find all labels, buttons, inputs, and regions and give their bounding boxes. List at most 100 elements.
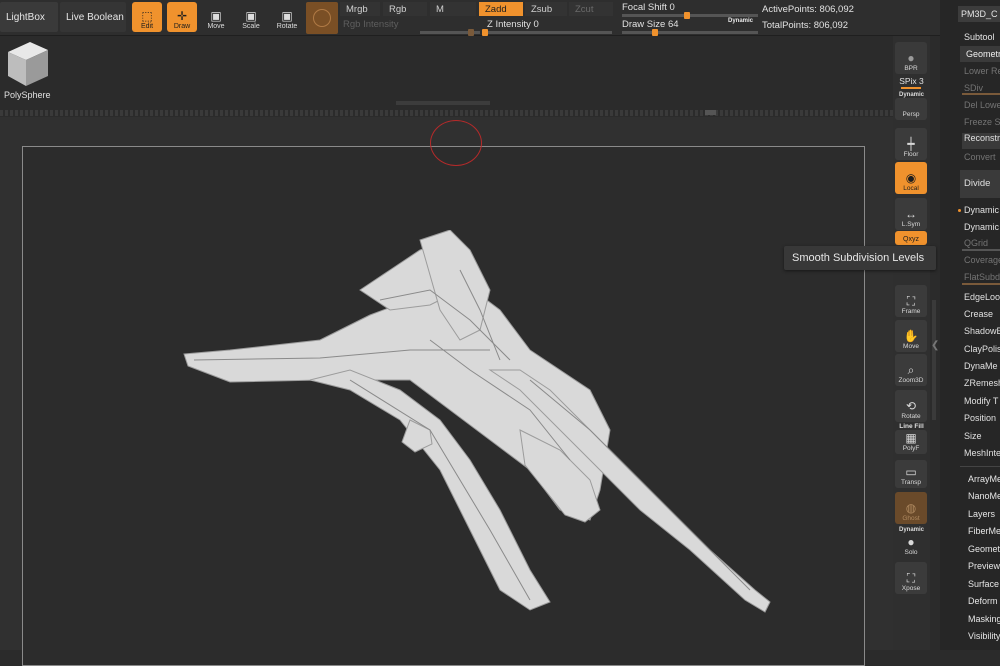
zsub-toggle[interactable]: Zsub: [525, 2, 567, 16]
xyz-label: Qxyz: [903, 236, 919, 243]
scale-tool-button[interactable]: ▣ Scale: [236, 2, 266, 32]
right-shelf: ● BPR SPix 3 Dynamic Persp ┿ Floor ◉ Loc…: [893, 36, 930, 650]
rotate-label: Rotate: [276, 23, 298, 30]
zoom3d-button[interactable]: ⌕ Zoom3D: [895, 354, 927, 386]
draw-size-knob[interactable]: [652, 29, 658, 36]
modify-topology-menu[interactable]: Modify T: [964, 396, 1000, 412]
draw-icon: ✛: [176, 9, 188, 23]
polyf-button[interactable]: ▦ PolyF: [895, 430, 927, 454]
draw-tool-button[interactable]: ✛ Draw: [167, 2, 197, 32]
zcut-toggle[interactable]: Zcut: [569, 2, 613, 16]
size-menu[interactable]: Size: [964, 431, 1000, 447]
tray-divider[interactable]: [0, 110, 893, 116]
zoom3d-label: Zoom3D: [898, 377, 924, 384]
xyz-button[interactable]: Qxyz: [895, 231, 927, 245]
edit-tool-button[interactable]: ⬚ Edit: [132, 2, 162, 32]
edgeloop-menu[interactable]: EdgeLoo: [964, 292, 1000, 308]
spix-setting[interactable]: SPix 3: [893, 76, 930, 86]
move-tool-button[interactable]: ▣ Move: [201, 2, 231, 32]
mrgb-toggle[interactable]: Mrgb: [340, 2, 380, 16]
active-points: ActivePoints: 806,092: [762, 4, 854, 15]
z-intensity-slider[interactable]: [482, 29, 612, 36]
freeze-subdiv-button[interactable]: Freeze S: [964, 117, 1000, 133]
rotate-tool-button[interactable]: ▣ Rotate: [272, 2, 302, 32]
meshintegrity-menu[interactable]: MeshInte: [964, 448, 1000, 464]
rgb-intensity-knob[interactable]: [468, 29, 474, 36]
z-intensity-knob[interactable]: [482, 29, 488, 36]
spix-slider[interactable]: [901, 87, 921, 89]
live-boolean-button[interactable]: Live Boolean: [60, 2, 126, 32]
frame-button[interactable]: ⛶ Frame: [895, 285, 927, 317]
tooltip: Smooth Subdivision Levels: [784, 246, 936, 270]
flat-subdiv-slider-track[interactable]: [962, 283, 1000, 285]
lower-res-button[interactable]: Lower Re: [964, 66, 1000, 82]
nanomesh-menu[interactable]: NanoMe: [968, 491, 1000, 501]
zoom-icon: ⌕: [907, 363, 915, 377]
zremesher-menu[interactable]: ZRemesh: [964, 378, 1000, 394]
crease-menu[interactable]: Crease: [964, 309, 1000, 325]
edit-label: Edit: [140, 23, 154, 30]
move-view-button[interactable]: ✋ Move: [895, 320, 927, 352]
fibermesh-menu[interactable]: FiberMe: [968, 526, 1000, 536]
xpose-button[interactable]: ⛶ Xpose: [895, 562, 927, 594]
dynamesh-menu[interactable]: DynaMe: [964, 361, 1000, 377]
lsym-label: L.Sym: [901, 221, 921, 228]
del-lower-button[interactable]: Del Lowe: [964, 100, 1000, 116]
deformation-menu[interactable]: Deform: [968, 596, 998, 606]
claypolish-menu[interactable]: ClayPolis: [964, 344, 1000, 360]
visibility-menu[interactable]: Visibility: [968, 631, 1000, 641]
rgb-intensity-slider[interactable]: [420, 29, 480, 36]
sdiv-slider-track[interactable]: [962, 93, 1000, 95]
focal-shift-slider[interactable]: [622, 12, 758, 19]
spaceship-model[interactable]: [170, 230, 780, 630]
dynamic-subdiv-header[interactable]: Dynamic: [964, 205, 1000, 221]
polysphere-thumbnail[interactable]: [2, 38, 52, 88]
flat-subdiv-slider[interactable]: FlatSubd: [964, 272, 1000, 288]
ghost-icon: ◍: [905, 501, 917, 515]
local-button[interactable]: ◉ Local: [895, 162, 927, 194]
zadd-toggle[interactable]: Zadd: [479, 2, 523, 16]
bpr-button[interactable]: ● BPR: [895, 42, 927, 74]
shadowbox-menu[interactable]: ShadowB: [964, 326, 1000, 342]
masking-menu[interactable]: Masking: [968, 614, 1000, 624]
subtool-menu[interactable]: Subtool: [964, 32, 995, 42]
floor-button[interactable]: ┿ Floor: [895, 128, 927, 160]
qgrid-slider[interactable]: QGrid: [964, 238, 1000, 254]
position-menu[interactable]: Position: [964, 413, 1000, 429]
divide-button[interactable]: Divide: [960, 170, 1000, 198]
coverage-slider[interactable]: Coverage: [964, 255, 1000, 271]
surface-menu[interactable]: Surface: [968, 579, 999, 589]
solo-button[interactable]: ● Solo: [895, 534, 927, 558]
frame-icon: ⛶: [906, 294, 916, 308]
reconstruct-subdiv-button[interactable]: Reconstr: [962, 133, 1000, 149]
ghost-label: Ghost: [902, 515, 920, 522]
transp-button[interactable]: ▭ Transp: [895, 460, 927, 488]
tool-name-field[interactable]: PM3D_C: [958, 6, 1000, 22]
shelf-scrollbar[interactable]: [932, 300, 936, 420]
lightbox-button[interactable]: LightBox: [0, 2, 58, 32]
sdiv-slider[interactable]: SDiv: [964, 83, 1000, 99]
tray-collapse-handle[interactable]: [396, 101, 490, 105]
dynamic-active-dot: [958, 209, 961, 212]
focal-shift-knob[interactable]: [684, 12, 690, 19]
transp-label: Transp: [901, 479, 921, 486]
material-swatch-button[interactable]: [306, 2, 338, 34]
persp-button[interactable]: Persp: [895, 98, 927, 120]
lsym-button[interactable]: ↔ L.Sym: [895, 198, 927, 230]
arraymesh-menu[interactable]: ArrayMe: [968, 474, 1000, 484]
convert-bpr-button[interactable]: Convert: [964, 152, 1000, 168]
qgrid-slider-track[interactable]: [962, 249, 1000, 251]
geometry-menu-header[interactable]: Geometr: [960, 46, 1000, 62]
rgb-toggle[interactable]: Rgb: [383, 2, 427, 16]
draw-size-slider[interactable]: [622, 29, 758, 36]
tray-divider-handle[interactable]: [705, 110, 716, 115]
geometry-hd-menu[interactable]: Geomet: [968, 544, 1000, 554]
ghost-button[interactable]: ◍ Ghost: [895, 492, 927, 524]
dynamic-button[interactable]: Dynamic: [964, 222, 1000, 238]
dynamic-toggle[interactable]: Dynamic: [728, 18, 753, 24]
panel-collapse-arrow-icon[interactable]: ❮: [931, 340, 939, 351]
layers-menu[interactable]: Layers: [968, 509, 995, 519]
m-toggle[interactable]: M: [430, 2, 476, 16]
rotate-view-button[interactable]: ⟲ Rotate: [895, 390, 927, 422]
preview-menu[interactable]: Preview: [968, 561, 1000, 571]
